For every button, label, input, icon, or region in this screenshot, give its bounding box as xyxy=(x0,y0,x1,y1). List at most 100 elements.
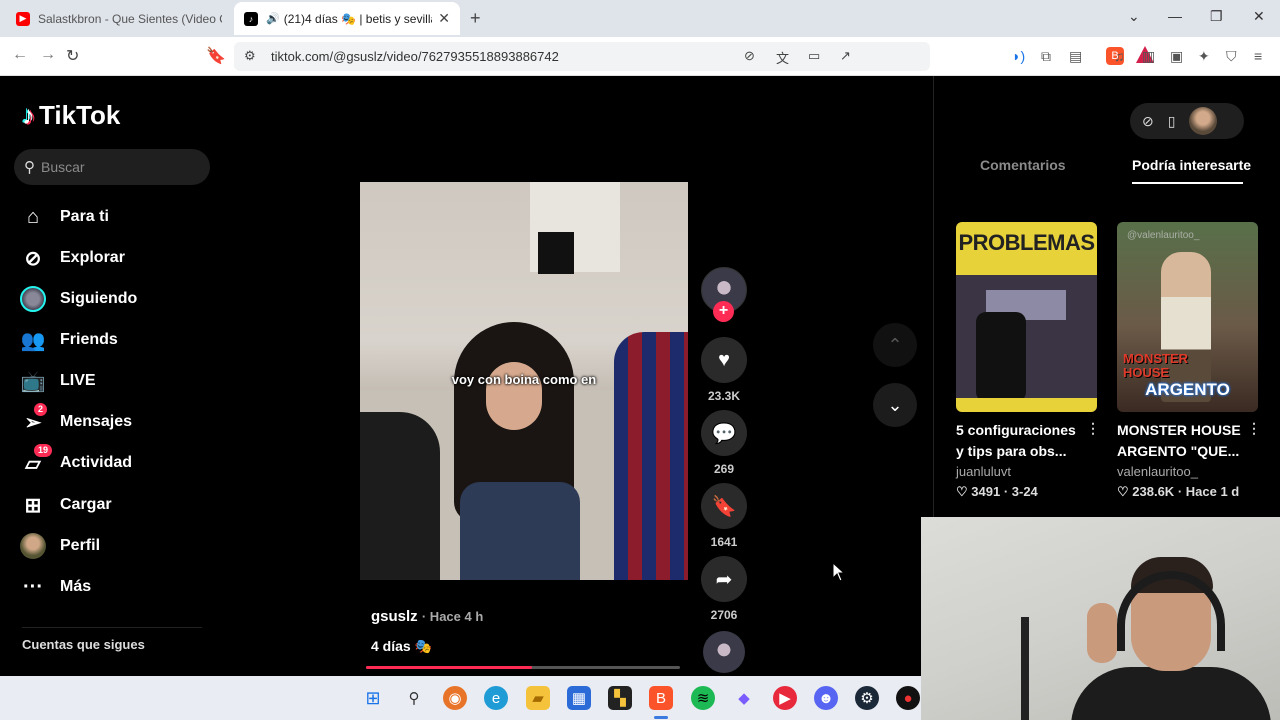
tab-comentarios[interactable]: Comentarios xyxy=(980,157,1066,173)
compass-icon[interactable]: ⊘ xyxy=(1142,113,1154,130)
nav-item-perfil[interactable]: Perfil xyxy=(18,530,218,562)
steam-icon[interactable]: ⚙ xyxy=(855,686,879,710)
maximize-button[interactable]: ❐ xyxy=(1210,8,1223,25)
nav-item-cargar[interactable]: ⊞ Cargar xyxy=(18,489,218,521)
brave-icon[interactable]: B xyxy=(649,686,673,710)
reader-icon[interactable]: ▤ xyxy=(1069,48,1082,65)
new-tab-button[interactable]: + xyxy=(470,8,481,29)
save-button[interactable]: 🔖 xyxy=(701,483,747,529)
tab-podria-interesarte[interactable]: Podría interesarte xyxy=(1132,157,1251,173)
share-button[interactable]: ➦ xyxy=(701,556,747,602)
close-tab-icon[interactable]: ✕ xyxy=(438,10,450,27)
user-avatar[interactable] xyxy=(1189,107,1218,135)
file-explorer-icon[interactable]: ▰ xyxy=(526,686,550,710)
next-video-button[interactable]: ⌄ xyxy=(873,383,917,427)
cast-icon[interactable]: ▭ xyxy=(808,48,820,64)
discord-icon[interactable]: ☻ xyxy=(814,686,838,710)
card-more-icon[interactable]: ⋮ xyxy=(1086,420,1100,437)
search-box[interactable]: ⚲ xyxy=(14,149,210,185)
translate-icon[interactable]: 文 xyxy=(776,48,789,67)
app-icon[interactable]: ◆ xyxy=(732,686,756,710)
sound-disc-avatar[interactable] xyxy=(703,631,745,673)
media-icon[interactable]: ♫ xyxy=(1114,48,1125,64)
sidebar-icon[interactable]: ▥ xyxy=(1142,48,1155,65)
device-icon[interactable]: ▯ xyxy=(1168,113,1176,130)
share-icon[interactable]: ↗ xyxy=(840,48,851,64)
nav-label: Para ti xyxy=(60,208,109,225)
obs-icon[interactable]: ● xyxy=(896,686,920,710)
video-author[interactable]: gsuslz · Hace 4 h xyxy=(371,608,483,625)
menu-icon[interactable]: ≡ xyxy=(1254,48,1262,64)
previous-video-button[interactable]: ⌃ xyxy=(873,323,917,367)
reload-icon[interactable]: ↻ xyxy=(66,46,79,66)
recommended-thumbnail[interactable]: @valenlauritoo_ MONSTER HOUSE ARGENTO xyxy=(1117,222,1258,412)
forward-icon[interactable]: → xyxy=(40,46,56,64)
tiktok-sidebar: ♪ TikTok ⚲ ⌂ Para ti ⊘ Explorar Siguiend… xyxy=(0,76,230,676)
nav-label: Friends xyxy=(60,331,118,348)
recommended-thumbnail[interactable]: PROBLEMAS xyxy=(956,222,1097,412)
card-date: · 3-24 xyxy=(1003,484,1038,499)
nav-item-para-ti[interactable]: ⌂ Para ti xyxy=(18,201,218,233)
card-date: · Hace 1 d xyxy=(1177,484,1240,499)
minimize-button[interactable]: — xyxy=(1168,8,1182,24)
messages-icon: ➢ 2 xyxy=(18,403,48,437)
messages-badge: 2 xyxy=(34,403,48,416)
follow-plus-button[interactable]: + xyxy=(713,301,734,322)
wallet-icon[interactable]: ▣ xyxy=(1170,48,1183,65)
back-icon[interactable]: ← xyxy=(12,46,28,64)
store-icon[interactable]: ▦ xyxy=(567,686,591,710)
video-progress-bar[interactable] xyxy=(366,666,680,669)
heart-icon: ♥ xyxy=(718,348,730,371)
card-title[interactable]: MONSTER HOUSE ARGENTO "QUE... xyxy=(1117,420,1247,462)
nav-item-actividad[interactable]: ▱ 19 Actividad xyxy=(18,444,218,479)
video-scene-tv xyxy=(538,232,574,274)
thumbnail-watermark: @valenlauritoo_ xyxy=(1127,230,1200,241)
logo-text: TikTok xyxy=(39,100,121,130)
close-window-button[interactable]: ✕ xyxy=(1253,8,1265,25)
bookmark-icon: 🔖 xyxy=(711,495,737,518)
edge-icon[interactable]: e xyxy=(484,686,508,710)
profile-avatar-icon xyxy=(18,531,48,561)
tab-search-icon[interactable]: ⌄ xyxy=(1128,8,1140,25)
activity-badge: 19 xyxy=(34,444,53,457)
search-icon[interactable]: ⚲ xyxy=(402,686,426,710)
url-bar[interactable]: ⚙ tiktok.com/@gsuslz/video/7627935518893… xyxy=(234,42,1154,71)
video-player[interactable]: voy con boina como en xyxy=(360,182,688,580)
media-player-icon[interactable]: ▶ xyxy=(773,686,797,710)
card-author[interactable]: juanluluvt xyxy=(956,464,1011,479)
windows-start-icon[interactable]: ⊞ xyxy=(361,686,385,710)
card-author[interactable]: valenlauritoo_ xyxy=(1117,464,1198,479)
spotify-icon[interactable]: ≋ xyxy=(691,686,715,710)
vpn-icon[interactable]: ⛉ xyxy=(1226,48,1237,65)
tab-title: (21)4 días 🎭 | betis y sevilla xyxy=(283,11,433,26)
nav-item-friends[interactable]: 👥 Friends xyxy=(18,324,218,356)
bookmark-icon[interactable]: 🔖 xyxy=(206,46,226,66)
nav-item-live[interactable]: 📺 LIVE xyxy=(18,365,218,397)
nav-item-explorar[interactable]: ⊘ Explorar xyxy=(18,242,218,274)
home-icon: ⌂ xyxy=(26,205,40,228)
autoplay-icon[interactable]: ⊘ xyxy=(744,48,755,64)
comment-icon: 💬 xyxy=(711,422,737,445)
card-more-icon[interactable]: ⋮ xyxy=(1247,420,1261,437)
browser-tab-tiktok[interactable]: ♪ 🔊 (21)4 días 🎭 | betis y sevilla ✕ xyxy=(234,2,460,35)
browser-tab-youtube[interactable]: ▶ Salastkbron - Que Sientes (Video Ofi xyxy=(6,2,232,35)
tiktok-logo[interactable]: ♪ TikTok xyxy=(22,100,120,131)
extensions-icon[interactable]: ⧉ xyxy=(1041,48,1051,65)
url-text[interactable]: tiktok.com/@gsuslz/video/762793551889388… xyxy=(271,49,559,64)
following-avatar-icon xyxy=(18,284,48,314)
site-info-icon[interactable]: ⚙ xyxy=(244,48,256,64)
author-name[interactable]: gsuslz xyxy=(371,608,418,625)
comment-button[interactable]: 💬 xyxy=(701,410,747,456)
nav-item-siguiendo[interactable]: Siguiendo xyxy=(18,283,218,315)
speech-icon[interactable]: ◗) xyxy=(1012,48,1025,64)
card-title[interactable]: 5 configuraciones y tips para obs... xyxy=(956,420,1086,462)
nav-item-mas[interactable]: ··· Más xyxy=(18,571,218,603)
nav-label: Cargar xyxy=(60,496,112,513)
search-input[interactable] xyxy=(41,159,191,175)
notes-icon[interactable]: ▚ xyxy=(608,686,632,710)
firefox-icon[interactable]: ◉ xyxy=(443,686,467,710)
like-button[interactable]: ♥ xyxy=(701,337,747,383)
leo-icon[interactable]: ✦ xyxy=(1198,48,1210,65)
speaker-icon[interactable]: 🔊 xyxy=(266,12,280,25)
nav-item-mensajes[interactable]: ➢ 2 Mensajes xyxy=(18,403,218,438)
